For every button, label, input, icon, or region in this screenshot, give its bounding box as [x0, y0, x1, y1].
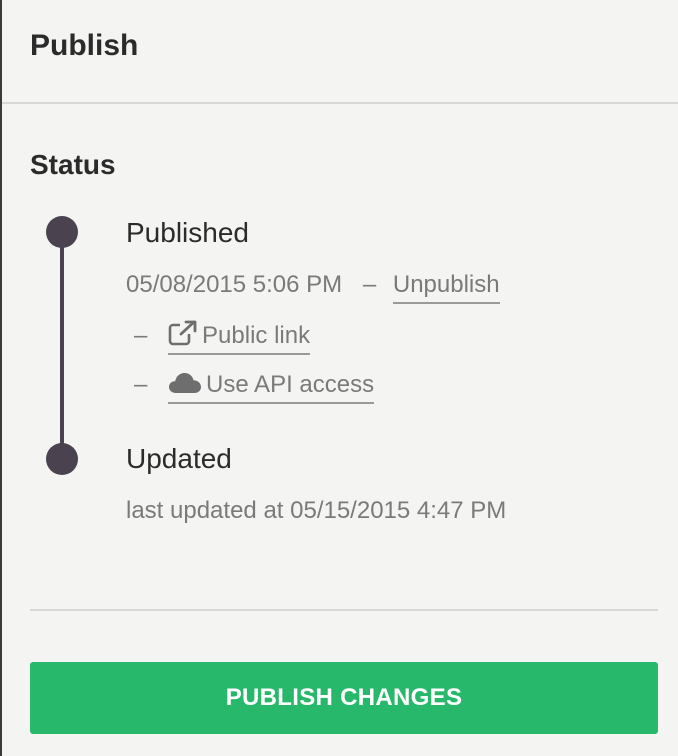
- publish-changes-button[interactable]: PUBLISH CHANGES: [30, 662, 658, 734]
- public-link[interactable]: Public link: [168, 320, 311, 355]
- published-meta: 05/08/2015 5:06 PM – Unpublish: [126, 270, 500, 304]
- public-link-label: Public link: [202, 322, 311, 349]
- footer-divider: [30, 609, 658, 611]
- timeline-dot-published: [46, 216, 78, 248]
- cloud-icon: [168, 371, 202, 403]
- external-link-icon: [168, 320, 198, 354]
- unpublish-link[interactable]: Unpublish: [392, 271, 500, 304]
- updated-label: Updated: [126, 443, 232, 474]
- api-access-link[interactable]: Use API access: [168, 371, 375, 404]
- api-access-label: Use API access: [206, 371, 375, 398]
- timeline-dot-updated: [46, 443, 78, 475]
- timeline-line: [60, 232, 64, 460]
- published-timestamp: 05/08/2015 5:06 PM: [126, 271, 343, 298]
- status-heading: Status: [30, 149, 116, 180]
- header-divider: [2, 102, 678, 104]
- api-access-row: – Use API access: [134, 370, 375, 404]
- published-label: Published: [126, 217, 249, 248]
- panel-title: Publish: [30, 29, 139, 62]
- public-link-row: – Public link: [134, 320, 311, 355]
- publish-panel: Publish Status Published 05/08/2015 5:06…: [0, 0, 678, 756]
- updated-timestamp: last updated at 05/15/2015 4:47 PM: [126, 497, 507, 524]
- separator-dash: –: [362, 271, 377, 298]
- public-link-dash: –: [134, 322, 148, 349]
- api-access-dash: –: [134, 371, 148, 398]
